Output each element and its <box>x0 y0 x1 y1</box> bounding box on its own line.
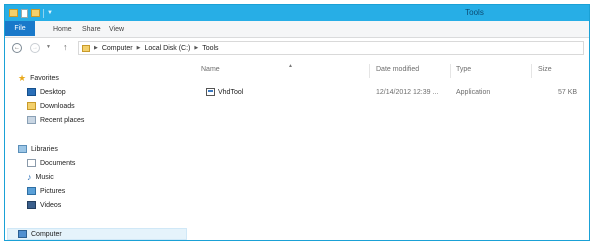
up-button[interactable]: ↑ <box>63 42 68 52</box>
pictures-icon <box>27 187 36 195</box>
nav-item-label: Downloads <box>40 102 75 110</box>
column-header-date[interactable]: Date modified <box>376 66 419 73</box>
nav-item-label: Computer <box>31 230 62 238</box>
recent-locations-dropdown[interactable]: ▼ <box>46 44 51 50</box>
nav-item-label: Music <box>35 173 54 181</box>
navigation-bar: ← → ▼ ↑ ▶ Computer ▶ Local Disk (C:) ▶ T… <box>5 38 589 58</box>
nav-item-label: Recent places <box>40 116 85 124</box>
nav-item-documents[interactable]: Documents <box>27 159 75 167</box>
nav-libraries-label: Libraries <box>31 145 58 153</box>
file-list: ▲ Name Date modified Type Size VhdTool 1… <box>190 58 589 240</box>
sort-ascending-icon: ▲ <box>288 63 293 69</box>
file-type: Application <box>456 89 491 96</box>
nav-favorites-label: Favorites <box>30 74 59 82</box>
nav-item-videos[interactable]: Videos <box>27 201 61 209</box>
nav-item-music[interactable]: ♪ Music <box>27 172 54 182</box>
tab-view[interactable]: View <box>109 23 124 36</box>
navigation-pane: ★ Favorites Desktop Downloads Recent pla… <box>5 58 190 240</box>
address-bar[interactable]: ▶ Computer ▶ Local Disk (C:) ▶ Tools <box>78 41 584 55</box>
ribbon-tabs: File Home Share View <box>5 21 589 38</box>
column-divider[interactable] <box>369 64 370 78</box>
nav-item-desktop[interactable]: Desktop <box>27 88 66 96</box>
tab-share[interactable]: Share <box>82 23 101 36</box>
documents-icon <box>27 159 36 167</box>
window-title: Tools <box>465 8 484 17</box>
downloads-icon <box>27 102 36 110</box>
music-icon: ♪ <box>27 172 32 182</box>
libraries-icon <box>18 145 27 153</box>
forward-button[interactable]: → <box>30 43 40 53</box>
breadcrumb-tools[interactable]: Tools <box>202 45 218 52</box>
file-date: 12/14/2012 12:39 ... <box>376 89 439 96</box>
nav-libraries[interactable]: Libraries <box>18 145 58 153</box>
chevron-right-icon[interactable]: ▶ <box>137 45 141 51</box>
breadcrumb-computer[interactable]: Computer <box>102 45 133 52</box>
tab-file[interactable]: File <box>5 21 35 36</box>
column-header-type[interactable]: Type <box>456 66 471 73</box>
application-icon <box>206 88 215 96</box>
title-bar: ▼ Tools <box>5 5 589 21</box>
computer-icon <box>18 230 27 238</box>
explorer-window: ▼ Tools File Home Share View ← → ▼ ↑ ▶ C… <box>4 4 590 241</box>
nav-item-label: Videos <box>40 201 62 209</box>
nav-item-recent-places[interactable]: Recent places <box>27 116 84 124</box>
recent-places-icon <box>27 116 36 124</box>
column-divider[interactable] <box>531 64 532 78</box>
folder-icon <box>82 44 90 52</box>
column-header-name[interactable]: Name <box>201 66 220 73</box>
star-icon: ★ <box>18 73 27 83</box>
breadcrumb-local-disk[interactable]: Local Disk (C:) <box>144 45 190 52</box>
back-button[interactable]: ← <box>12 43 22 53</box>
file-row[interactable]: VhdTool 12/14/2012 12:39 ... Application… <box>200 87 589 99</box>
nav-item-label: Pictures <box>40 187 66 195</box>
desktop-icon <box>27 88 36 96</box>
nav-item-pictures[interactable]: Pictures <box>27 187 65 195</box>
file-size: 57 KB <box>558 89 578 96</box>
nav-item-label: Documents <box>40 159 76 167</box>
column-divider[interactable] <box>450 64 451 78</box>
videos-icon <box>27 201 36 209</box>
nav-item-downloads[interactable]: Downloads <box>27 102 75 110</box>
tab-home[interactable]: Home <box>53 23 72 36</box>
chevron-right-icon[interactable]: ▶ <box>94 45 98 51</box>
column-header-size[interactable]: Size <box>538 66 552 73</box>
file-name: VhdTool <box>218 89 244 96</box>
nav-item-label: Desktop <box>40 88 66 96</box>
chevron-right-icon[interactable]: ▶ <box>194 45 198 51</box>
nav-item-computer[interactable]: Computer <box>18 230 62 238</box>
nav-favorites[interactable]: ★ Favorites <box>18 73 59 83</box>
